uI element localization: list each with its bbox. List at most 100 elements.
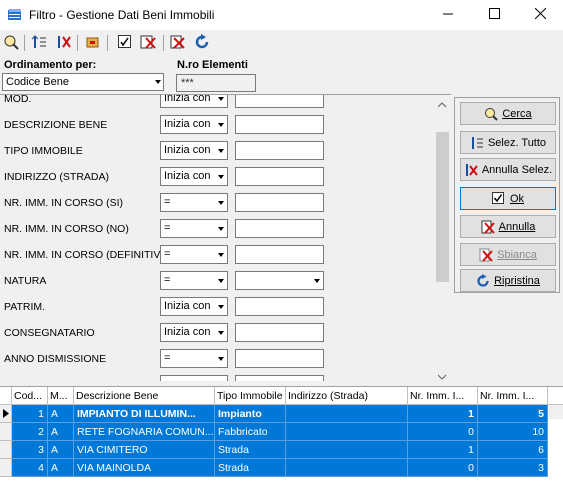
table-cell[interactable]: Impianto — [215, 405, 286, 423]
filter-operator-select[interactable]: = — [160, 349, 228, 368]
column-header-nr-si[interactable]: Nr. Imm. I... — [408, 387, 478, 405]
check-all-button[interactable] — [116, 34, 134, 52]
table-cell[interactable]: 1 — [12, 405, 48, 423]
table-cell[interactable]: 1 — [408, 405, 478, 423]
table-cell[interactable] — [286, 459, 408, 477]
close-button[interactable] — [517, 0, 563, 30]
filter-value-input[interactable] — [235, 115, 324, 134]
table-cell[interactable]: VIA CIMITERO — [74, 441, 215, 459]
results-grid: Cod... M... Descrizione Bene Tipo Immobi… — [0, 386, 563, 481]
table-cell[interactable]: 4 — [12, 459, 48, 477]
table-row[interactable]: 4 A VIA MAINOLDA Strada 0 3 — [0, 459, 563, 477]
filter-operator-select[interactable]: = — [160, 193, 228, 212]
filter-value-input[interactable] — [235, 167, 324, 186]
table-cell[interactable]: A — [48, 441, 74, 459]
table-cell[interactable]: 10 — [478, 423, 548, 441]
filter-operator-select[interactable]: Inizia con — [160, 167, 228, 186]
table-cell[interactable]: Strada — [215, 459, 286, 477]
table-cell[interactable]: VIA MAINOLDA — [74, 459, 215, 477]
table-row[interactable]: 2 A RETE FOGNARIA COMUN... Fabbricato 0 10 — [0, 423, 563, 441]
filter-operator-select[interactable]: Inizia con — [160, 94, 228, 108]
row-indicator[interactable] — [0, 459, 12, 477]
filter-operator-value: Inizia con — [164, 170, 211, 182]
filter-operator-select[interactable]: = — [160, 219, 228, 238]
deselect-all-button[interactable]: Annulla Selez. — [460, 158, 556, 181]
filter-value-input[interactable] — [235, 219, 324, 238]
table-cell[interactable]: 6 — [478, 441, 548, 459]
filter-operator-select[interactable]: Inizia con — [160, 323, 228, 342]
filter-operator-select[interactable] — [160, 375, 228, 381]
chevron-down-icon — [218, 305, 224, 309]
scrollbar-thumb[interactable] — [436, 132, 449, 282]
select-all-button[interactable]: Selez. Tutto — [460, 131, 556, 154]
maximize-button[interactable] — [471, 0, 517, 30]
table-cell[interactable] — [286, 423, 408, 441]
table-cell[interactable]: A — [48, 423, 74, 441]
table-cell[interactable]: 5 — [478, 405, 548, 423]
table-cell[interactable] — [286, 405, 408, 423]
filter-operator-select[interactable]: Inizia con — [160, 141, 228, 160]
sort-asc-button[interactable] — [30, 34, 48, 52]
filter-operator-select[interactable]: = — [160, 271, 228, 290]
filter-operator-value: Inizia con — [164, 94, 211, 104]
table-cell[interactable]: 3 — [12, 441, 48, 459]
ordering-select[interactable]: Codice Bene — [2, 73, 164, 91]
table-cell[interactable]: 2 — [12, 423, 48, 441]
uncheck-all-button[interactable] — [139, 34, 157, 52]
chevron-down-icon — [314, 279, 320, 283]
annulla-button[interactable]: Annulla — [460, 215, 556, 238]
book-stack-icon — [7, 8, 23, 22]
table-cell[interactable] — [286, 441, 408, 459]
deselect-all-label: Annulla Selez. — [481, 163, 553, 176]
filter-value-input[interactable] — [235, 95, 324, 108]
column-header-tipo[interactable]: Tipo Immobile — [215, 387, 286, 405]
filter-operator-select[interactable]: Inizia con — [160, 115, 228, 134]
filter-value-input[interactable] — [235, 193, 324, 212]
scroll-up-icon[interactable] — [437, 99, 447, 111]
table-cell[interactable]: Fabbricato — [215, 423, 286, 441]
table-cell[interactable]: 3 — [478, 459, 548, 477]
table-row[interactable]: 1 A IMPIANTO DI ILLUMIN... Impianto 1 5 — [0, 405, 563, 423]
filter-operator-select[interactable]: = — [160, 245, 228, 264]
ok-button[interactable]: Ok — [460, 187, 556, 210]
row-indicator[interactable] — [0, 405, 12, 423]
table-cell[interactable]: IMPIANTO DI ILLUMIN... — [74, 405, 215, 423]
table-cell[interactable]: 0 — [408, 423, 478, 441]
filter-scrollbar[interactable] — [434, 95, 451, 381]
table-row[interactable]: 3 A VIA CIMITERO Strada 1 6 — [0, 441, 563, 459]
table-cell[interactable]: A — [48, 459, 74, 477]
table-cell[interactable]: Strada — [215, 441, 286, 459]
filter-operator-select[interactable]: Inizia con — [160, 297, 228, 316]
column-header-indirizzo[interactable]: Indirizzo (Strada) — [286, 387, 408, 405]
refresh-button[interactable] — [193, 33, 211, 53]
sort-clear-button[interactable] — [54, 34, 72, 52]
row-indicator[interactable] — [0, 423, 12, 441]
minimize-button[interactable] — [425, 0, 471, 30]
export-button[interactable] — [84, 34, 102, 52]
table-cell[interactable]: 0 — [408, 459, 478, 477]
table-cell[interactable]: A — [48, 405, 74, 423]
clear-button[interactable] — [169, 34, 187, 52]
table-cell[interactable]: 1 — [408, 441, 478, 459]
cerca-button[interactable]: Cerca — [460, 102, 556, 125]
filter-value-input[interactable] — [235, 349, 324, 368]
filter-value-input[interactable] — [235, 323, 324, 342]
ripristina-button[interactable]: Ripristina — [460, 269, 556, 292]
sbianca-button[interactable]: Sbianca — [460, 243, 556, 266]
filter-value-input[interactable] — [235, 375, 324, 381]
column-header-cod[interactable]: Cod... — [12, 387, 48, 405]
search-filter-button[interactable] — [2, 34, 20, 52]
row-indicator[interactable] — [0, 441, 12, 459]
column-header-nr-no[interactable]: Nr. Imm. I... — [478, 387, 548, 405]
scroll-down-icon[interactable] — [437, 371, 447, 381]
filter-value-input[interactable] — [235, 297, 324, 316]
filter-value-input[interactable] — [235, 245, 324, 264]
table-cell[interactable]: RETE FOGNARIA COMUN... — [74, 423, 215, 441]
column-header-mod[interactable]: M... — [48, 387, 74, 405]
refresh-icon — [194, 33, 210, 53]
filter-value-input[interactable] — [235, 271, 324, 290]
filter-panel: MOD. Inizia con DESCRIZIONE BENE Inizia con… — [0, 94, 451, 381]
filter-value-input[interactable] — [235, 141, 324, 160]
column-header-descrizione[interactable]: Descrizione Bene — [74, 387, 215, 405]
grid-header: Cod... M... Descrizione Bene Tipo Immobi… — [0, 387, 563, 405]
